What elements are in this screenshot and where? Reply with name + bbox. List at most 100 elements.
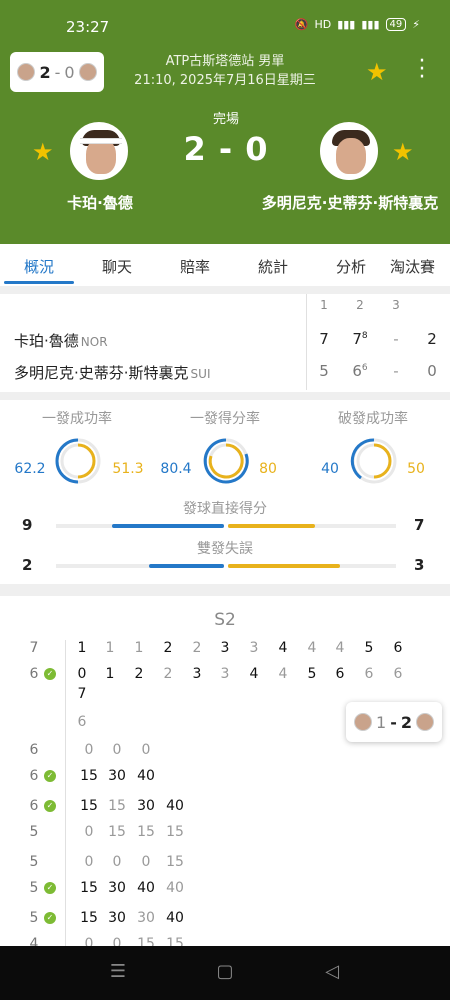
point-score: 15 — [166, 824, 184, 840]
float-sep: - — [390, 712, 397, 732]
set-scores-table: 1 2 3 卡珀·魯德 NOR 7 78 - 2 多明尼克·史蒂芬·斯特裏克 SUI… — [0, 294, 450, 392]
check-icon: ✓ — [44, 800, 56, 812]
game-score-away: 6 — [29, 768, 39, 784]
country-code: NOR — [80, 335, 108, 349]
point-score: 0 — [84, 936, 94, 946]
point-score: 15 — [137, 824, 155, 840]
stat-ring-first-serve-won: 一發得分率 80.4 80 — [150, 408, 300, 498]
tab-odds[interactable]: 賠率 — [156, 244, 234, 286]
signal-icon: ▮▮▮ — [361, 18, 380, 31]
bar-stat-left: 9 — [22, 516, 33, 534]
stats-panel: 一發成功率 62.2 51.3 一發得分率 80.4 80 破發成功率 40 5… — [0, 400, 450, 584]
point-score: 3 — [192, 666, 202, 682]
tab-knockout[interactable]: 淘汰賽 — [390, 244, 450, 286]
tab-stats[interactable]: 統計 — [234, 244, 312, 286]
set-score: 78 — [352, 330, 368, 348]
country-code: SUI — [190, 367, 211, 381]
point-score: 0 — [84, 824, 94, 840]
sets-won: 2 — [427, 330, 437, 348]
tab-analysis[interactable]: 分析 — [312, 244, 390, 286]
battery-icon: 49 — [385, 18, 407, 31]
point-score: 4 — [335, 640, 345, 656]
avatar[interactable] — [320, 122, 378, 180]
point-score: 40 — [166, 798, 184, 814]
check-icon: ✓ — [44, 912, 56, 924]
point-score: 5 — [364, 640, 374, 656]
tab-bar: 概況 聊天 賠率 統計 分析 淘汰賽 — [0, 244, 450, 286]
point-score: 4 — [249, 666, 259, 682]
match-status: 完場 — [212, 112, 239, 127]
point-score: 2 — [192, 640, 202, 656]
point-score: 4 — [307, 640, 317, 656]
bar-stat-title: 發球直接得分 — [183, 501, 267, 517]
point-score: 3 — [220, 666, 230, 682]
mini-home-score: 2 — [39, 62, 51, 82]
point-score: 15 — [108, 824, 126, 840]
point-score: 40 — [137, 880, 155, 896]
point-score: 3 — [220, 640, 230, 656]
point-score: 0 — [112, 742, 122, 758]
point-score: 2 — [134, 666, 144, 682]
point-score: 7 — [77, 686, 87, 702]
point-score: 15 — [80, 798, 98, 814]
point-score: 3 — [249, 640, 259, 656]
avatar[interactable] — [70, 122, 128, 180]
event-title: ATP古斯塔德站 男單 — [165, 54, 285, 69]
bar-stat-right: 3 — [414, 556, 425, 574]
bar-stat-title: 雙發失誤 — [197, 541, 253, 557]
set-header: 2 — [356, 298, 364, 312]
avatar — [354, 713, 373, 731]
avatar — [78, 63, 97, 81]
favorite-star-icon[interactable]: ★ — [366, 58, 388, 86]
point-score: 40 — [166, 880, 184, 896]
more-menu-icon[interactable]: · · · — [410, 51, 434, 89]
point-score: 1 — [77, 640, 87, 656]
point-score: 2 — [163, 666, 173, 682]
point-score: 1 — [134, 640, 144, 656]
bar-stat-left: 2 — [22, 556, 33, 574]
system-icons: 🔕 HD ▮▮▮ ▮▮▮ 49 ⚡ — [295, 18, 420, 31]
player-name: 卡珀·魯德 — [14, 332, 79, 350]
away-player-name[interactable]: 多明尼克·史蒂芬·斯特裏克 — [255, 192, 445, 215]
point-score: 6 — [393, 640, 403, 656]
bar-fill-home — [112, 524, 224, 528]
floating-set-score[interactable]: 1 - 2 — [346, 702, 442, 742]
home-player-name[interactable]: 卡珀·魯德 — [40, 192, 160, 213]
point-score: 0 — [84, 742, 94, 758]
point-score: 6 — [393, 666, 403, 682]
table-row: 多明尼克·史蒂芬·斯特裏克 SUI 5 66 - 0 — [0, 356, 450, 386]
favorite-star-icon[interactable]: ★ — [392, 138, 414, 166]
bar-fill-away — [228, 524, 315, 528]
game-score-home: 5 — [29, 854, 39, 870]
avatar — [415, 713, 434, 731]
set-score: - — [393, 330, 399, 348]
divider — [0, 392, 450, 400]
back-icon[interactable]: ◁ — [320, 960, 344, 984]
signal-icon: ▮▮▮ — [337, 18, 356, 31]
set-label: S2 — [214, 610, 236, 630]
point-score: 5 — [307, 666, 317, 682]
home-icon[interactable]: ▢ — [213, 960, 237, 984]
mini-scoreboard[interactable]: 2 - 0 — [10, 52, 104, 92]
favorite-star-icon[interactable]: ★ — [32, 138, 54, 166]
tab-chat[interactable]: 聊天 — [78, 244, 156, 286]
tiebreak-score: 6 — [361, 363, 368, 373]
check-icon: ✓ — [44, 668, 56, 680]
mini-score-sep: - — [54, 62, 61, 82]
avatar — [17, 63, 36, 81]
float-home-score: 1 — [376, 712, 387, 732]
point-score: 4 — [278, 666, 288, 682]
match-header: 23:27 🔕 HD ▮▮▮ ▮▮▮ 49 ⚡ 2 - 0 ATP古斯塔德站 男… — [0, 0, 450, 244]
tab-overview[interactable]: 概況 — [0, 244, 78, 286]
point-score: 15 — [80, 880, 98, 896]
recents-icon[interactable]: ☰ — [106, 960, 130, 984]
sets-won: 0 — [427, 362, 437, 380]
point-score: 40 — [166, 910, 184, 926]
divider — [0, 286, 450, 294]
bar-stat-right: 7 — [414, 516, 425, 534]
bar-fill-home — [149, 564, 224, 568]
point-score: 2 — [163, 640, 173, 656]
game-score-home: 6 — [29, 798, 39, 814]
float-away-score: 2 — [400, 712, 412, 732]
point-score: 1 — [105, 640, 115, 656]
